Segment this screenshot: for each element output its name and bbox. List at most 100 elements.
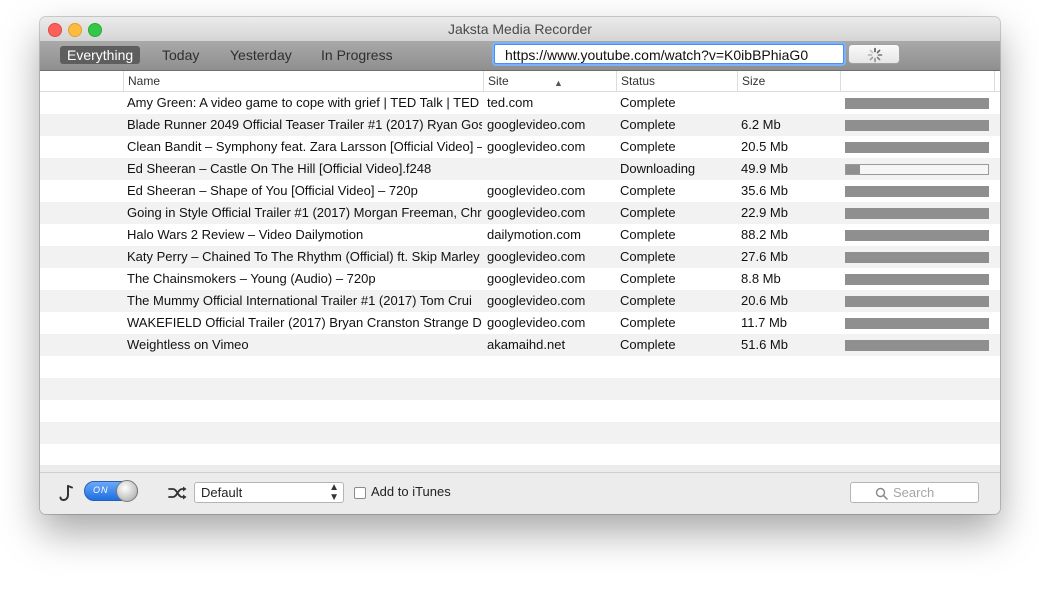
table-row[interactable]: Halo Wars 2 Review – Video Dailymotion da… xyxy=(40,224,1000,246)
column-header-site[interactable]: Site xyxy=(483,71,616,91)
progress-bar xyxy=(845,318,989,329)
cell-site: googlevideo.com xyxy=(487,117,586,132)
cell-name: Halo Wars 2 Review – Video Dailymotion xyxy=(127,227,364,242)
progress-bar xyxy=(845,208,989,219)
column-header-name[interactable]: Name ▲ xyxy=(123,71,563,91)
empty-row xyxy=(40,422,1000,444)
window-title: Jaksta Media Recorder xyxy=(448,21,592,37)
cell-status: Complete xyxy=(620,249,676,264)
table-row[interactable]: Amy Green: A video game to cope with gri… xyxy=(40,92,1000,114)
cell-status: Complete xyxy=(620,183,676,198)
cell-name: Katy Perry – Chained To The Rhythm (Offi… xyxy=(127,249,480,264)
search-icon xyxy=(875,487,888,500)
cell-site xyxy=(487,158,615,180)
cell-status: Complete xyxy=(620,227,676,242)
spinner-icon xyxy=(867,47,883,63)
progress-bar xyxy=(845,296,989,307)
auto-record-toggle[interactable]: ON xyxy=(84,480,138,502)
cell-name: WAKEFIELD Official Trailer (2017) Bryan … xyxy=(127,315,482,330)
shuffle-icon[interactable] xyxy=(168,485,188,501)
cell-status: Complete xyxy=(620,337,676,352)
cell-name: Weightless on Vimeo xyxy=(127,337,249,352)
tab-today[interactable]: Today xyxy=(155,46,206,64)
column-header-size[interactable]: Size xyxy=(737,71,840,91)
record-button[interactable] xyxy=(848,44,900,64)
column-header-status[interactable]: Status xyxy=(616,71,737,91)
tab-in-progress[interactable]: In Progress xyxy=(314,46,400,64)
progress-fill xyxy=(846,165,861,174)
table-row[interactable]: Weightless on Vimeo akamaihd.net Complete 5… xyxy=(40,334,1000,356)
cell-status: Complete xyxy=(620,139,676,154)
cell-status: Complete xyxy=(620,95,676,110)
downloads-table: Name ▲ Site Status Size Amy Green: A vid… xyxy=(40,71,1000,465)
table-row[interactable]: The Mummy Official International Trailer… xyxy=(40,290,1000,312)
cell-name: Blade Runner 2049 Official Teaser Traile… xyxy=(127,117,482,132)
table-row[interactable]: Ed Sheeran – Shape of You [Official Vide… xyxy=(40,180,1000,202)
cell-size: 20.6 Mb xyxy=(741,293,788,308)
progress-bar xyxy=(845,230,989,241)
empty-row xyxy=(40,444,1000,465)
cell-name: Going in Style Official Trailer #1 (2017… xyxy=(127,205,482,220)
table-row[interactable]: Ed Sheeran – Castle On The Hill [Officia… xyxy=(40,158,1000,180)
bottom-bar: ON Default ▲ ▼ Add to iTunes Search xyxy=(40,472,1000,514)
profile-select[interactable]: Default ▲ ▼ xyxy=(194,482,344,503)
profile-select-value: Default xyxy=(201,485,243,500)
cell-status: Complete xyxy=(620,315,676,330)
tab-yesterday[interactable]: Yesterday xyxy=(223,46,299,64)
empty-row xyxy=(40,378,1000,400)
progress-bar xyxy=(845,274,989,285)
cell-size: 22.9 Mb xyxy=(741,205,788,220)
cell-site: googlevideo.com xyxy=(487,315,586,330)
search-placeholder: Search xyxy=(893,485,935,500)
music-wand-icon[interactable] xyxy=(58,484,74,502)
search-field[interactable]: Search xyxy=(850,482,979,503)
table-row[interactable]: Blade Runner 2049 Official Teaser Traile… xyxy=(40,114,1000,136)
progress-bar xyxy=(845,252,989,263)
table-row[interactable]: The Chainsmokers – Young (Audio) – 720p g… xyxy=(40,268,1000,290)
cell-size: 6.2 Mb xyxy=(741,117,781,132)
table-header: Name ▲ Site Status Size xyxy=(40,71,1000,92)
cell-size: 8.8 Mb xyxy=(741,271,781,286)
progress-bar xyxy=(845,120,989,131)
cell-site: googlevideo.com xyxy=(487,183,586,198)
url-input[interactable]: https://www.youtube.com/watch?v=K0ibBPhi… xyxy=(494,44,844,64)
table-row[interactable]: WAKEFIELD Official Trailer (2017) Bryan … xyxy=(40,312,1000,334)
add-to-itunes-checkbox[interactable] xyxy=(354,487,366,499)
cell-size: 11.7 Mb xyxy=(741,315,788,330)
cell-name: The Mummy Official International Trailer… xyxy=(127,293,472,308)
select-chevron-icon: ▲ ▼ xyxy=(329,482,339,503)
empty-row xyxy=(40,400,1000,422)
cell-site: akamaihd.net xyxy=(487,337,566,352)
progress-bar xyxy=(845,98,989,109)
table-row[interactable]: Clean Bandit – Symphony feat. Zara Larss… xyxy=(40,136,1000,158)
cell-name: Amy Green: A video game to cope with gri… xyxy=(127,95,480,110)
table-row[interactable]: Katy Perry – Chained To The Rhythm (Offi… xyxy=(40,246,1000,268)
cell-size: 27.6 Mb xyxy=(741,249,788,264)
cell-name: Ed Sheeran – Shape of You [Official Vide… xyxy=(127,183,418,198)
cell-size xyxy=(741,92,838,114)
tab-everything[interactable]: Everything xyxy=(60,46,141,64)
cell-status: Complete xyxy=(620,205,676,220)
progress-bar xyxy=(845,142,989,153)
add-to-itunes-label[interactable]: Add to iTunes xyxy=(371,484,451,499)
cell-name: Clean Bandit – Symphony feat. Zara Larss… xyxy=(127,139,482,154)
cell-size: 49.9 Mb xyxy=(741,161,788,176)
cell-status: Complete xyxy=(620,117,676,132)
cell-size: 88.2 Mb xyxy=(741,227,788,242)
table-row[interactable]: Going in Style Official Trailer #1 (2017… xyxy=(40,202,1000,224)
cell-status: Complete xyxy=(620,293,676,308)
cell-site: googlevideo.com xyxy=(487,293,586,308)
progress-bar xyxy=(845,164,989,175)
toggle-knob xyxy=(116,480,138,502)
cell-site: googlevideo.com xyxy=(487,271,586,286)
cell-status: Downloading xyxy=(620,161,696,176)
title-bar[interactable]: Jaksta Media Recorder xyxy=(40,17,1000,41)
cell-name: The Chainsmokers – Young (Audio) – 720p xyxy=(127,271,376,286)
cell-size: 51.6 Mb xyxy=(741,337,788,352)
cell-status: Complete xyxy=(620,271,676,286)
empty-row xyxy=(40,356,1000,378)
column-header-progress[interactable] xyxy=(840,71,994,91)
progress-bar xyxy=(845,186,989,197)
cell-site: googlevideo.com xyxy=(487,205,586,220)
cell-site: googlevideo.com xyxy=(487,249,586,264)
